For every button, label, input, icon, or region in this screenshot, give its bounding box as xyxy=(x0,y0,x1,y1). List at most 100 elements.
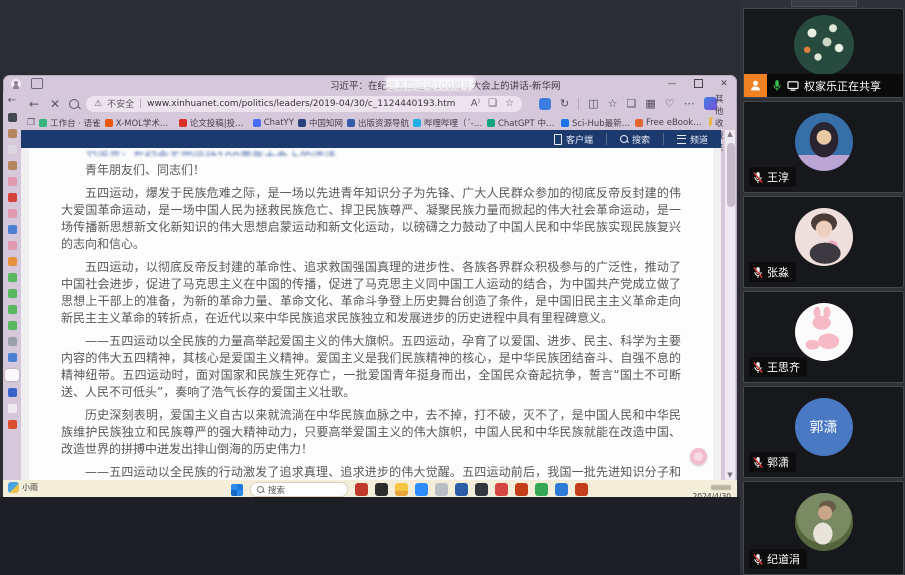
taskbar-app-icon[interactable] xyxy=(515,483,528,496)
address-bar[interactable]: ⚠ 不安全 | www.xinhuanet.com/politics/leade… xyxy=(86,96,522,112)
bookmark-item[interactable]: X-MOL学术平台 xyxy=(105,117,175,129)
bookmark-item[interactable]: ChatGPT 中文版免... xyxy=(487,117,557,129)
tab-favicon[interactable] xyxy=(8,353,17,362)
tab-favicon[interactable] xyxy=(8,388,17,397)
back-icon[interactable]: ← xyxy=(27,97,41,111)
tab-favicon[interactable] xyxy=(8,161,17,170)
taskbar-app-icon[interactable] xyxy=(495,483,508,496)
bookmark-favicon xyxy=(635,119,643,127)
scroll-up-icon[interactable]: ▲ xyxy=(727,131,732,138)
favorite-star-icon[interactable]: ☆ xyxy=(505,98,514,109)
tab-favicon[interactable] xyxy=(8,177,17,186)
person-icon xyxy=(749,79,762,92)
nav-search[interactable]: 搜索 xyxy=(606,133,663,145)
search-icon[interactable] xyxy=(69,99,79,109)
favorites-icon[interactable]: ☆ xyxy=(608,97,618,110)
browser-profile-icon[interactable] xyxy=(11,79,21,89)
reader-icon[interactable]: ❏ xyxy=(488,98,497,109)
tab-favicon[interactable] xyxy=(8,225,17,234)
read-aloud-icon[interactable]: A⁾ xyxy=(471,98,480,109)
settings-menu-icon[interactable]: ⋯ xyxy=(684,97,695,110)
collections-icon[interactable]: ❏ xyxy=(627,97,637,110)
taskbar-app-icon[interactable] xyxy=(435,483,448,496)
refresh-icon[interactable]: ↻ xyxy=(560,97,569,110)
participant-name: 纪道涓 xyxy=(767,551,800,567)
pinned-extension-icon[interactable] xyxy=(539,98,551,110)
tab-favicon[interactable] xyxy=(8,209,17,218)
tab-favicon[interactable] xyxy=(8,241,17,250)
participant-tile[interactable]: 张淼 xyxy=(743,196,904,288)
taskbar-app-icon[interactable] xyxy=(395,483,408,496)
mic-muted-icon xyxy=(753,266,763,279)
extensions-icon[interactable]: ▦ xyxy=(645,97,655,110)
close-button[interactable]: ✕ xyxy=(711,75,737,92)
tab-favicon[interactable] xyxy=(8,337,17,346)
bookmark-item[interactable]: 论文投稿|投稿邮箱... xyxy=(179,117,249,129)
taskbar-app-icon[interactable] xyxy=(575,483,588,496)
split-screen-icon[interactable]: ◫ xyxy=(588,97,598,110)
bookmark-item[interactable]: ChatYY xyxy=(253,118,294,128)
mic-on-icon xyxy=(772,79,782,92)
article-paragraph: 历史深刻表明，爱国主义自古以来就流淌在中华民族血脉之中，去不掉，打不破，灭不了，… xyxy=(61,407,681,458)
stop-icon[interactable]: ✕ xyxy=(48,97,62,111)
floating-widget-button[interactable] xyxy=(690,448,707,465)
bookmark-item[interactable]: Sci-Hub最新可用网... xyxy=(561,117,631,129)
bookmark-item[interactable]: 出版资源导航 xyxy=(347,117,409,129)
maximize-button[interactable] xyxy=(685,75,711,92)
tab-favicon[interactable] xyxy=(8,420,17,429)
minimize-button[interactable]: — xyxy=(659,75,685,92)
taskbar-search[interactable]: 搜索 xyxy=(250,482,348,497)
participant-tile[interactable]: 郭潇 郭潇 xyxy=(743,386,904,478)
bookmark-favicon xyxy=(413,119,421,127)
taskbar-app-icon[interactable] xyxy=(355,483,368,496)
participant-tile[interactable]: 王思齐 xyxy=(743,291,904,383)
tab-favicon[interactable] xyxy=(8,113,17,122)
url-text: www.xinhuanet.com/politics/leaders/2019-… xyxy=(147,99,455,109)
tab-favicon[interactable] xyxy=(8,257,17,266)
bookmarks-panel-icon[interactable]: ❐ xyxy=(27,118,35,128)
avatar: 郭潇 xyxy=(795,398,853,456)
active-tab[interactable] xyxy=(5,369,19,381)
article-paragraph: ——五四运动以全民族的行动激发了追求真理、追求进步的伟大觉醒。五四运动前后，我国… xyxy=(61,464,681,480)
tab-favicon[interactable] xyxy=(8,305,17,314)
participant-tile[interactable]: 权家乐正在共享 xyxy=(743,8,904,98)
taskbar-app-icon[interactable] xyxy=(455,483,468,496)
participant-name: 王思齐 xyxy=(767,359,800,375)
bookmark-item[interactable]: 哔哩哔哩（´-｀）つ... xyxy=(413,117,483,129)
taskbar-app-icon[interactable] xyxy=(415,483,428,496)
tab-favicon[interactable] xyxy=(8,145,17,154)
time-blurred xyxy=(711,485,731,490)
windows-taskbar: 小雨 搜索 2024/4/30 xyxy=(3,480,737,497)
tab-favicon[interactable] xyxy=(8,321,17,330)
taskbar-app-icon[interactable] xyxy=(535,483,548,496)
tab-favicon[interactable] xyxy=(8,273,17,282)
bookmark-item[interactable]: 工作台 · 语雀 xyxy=(39,117,101,129)
bookmark-item[interactable]: Free eBooks | Proje... xyxy=(635,118,705,128)
bookmark-item[interactable]: 中国知网 xyxy=(298,117,343,129)
avatar-initials: 郭潇 xyxy=(810,417,838,437)
tab-favicon[interactable] xyxy=(8,289,17,298)
tab-favicon[interactable] xyxy=(8,129,17,138)
tab-actions-icon[interactable] xyxy=(31,78,43,89)
collapse-tabs-icon[interactable]: ← xyxy=(8,96,16,106)
scrollbar-thumb[interactable] xyxy=(727,143,735,207)
taskbar-app-icon[interactable] xyxy=(475,483,488,496)
mic-muted-icon xyxy=(753,456,763,469)
bookmark-favicon xyxy=(179,119,187,127)
menu-icon xyxy=(677,135,686,144)
nav-channel[interactable]: 频道 xyxy=(663,133,721,145)
taskbar-app-icon[interactable] xyxy=(375,483,388,496)
taskbar-app-icon[interactable] xyxy=(555,483,568,496)
participant-tile[interactable]: 纪道涓 xyxy=(743,481,904,575)
tab-favicon[interactable] xyxy=(8,404,17,413)
bookmark-favicon xyxy=(561,119,569,127)
weather-widget[interactable]: 小雨 xyxy=(8,482,38,493)
nav-client[interactable]: 客户端 xyxy=(541,133,606,145)
start-button[interactable] xyxy=(231,484,243,496)
participant-tile[interactable]: 王淳 xyxy=(743,101,904,193)
essentials-icon[interactable]: ♡ xyxy=(665,97,675,110)
bookmarks-bar: ❐ 工作台 · 语雀 X-MOL学术平台 论文投稿|投稿邮箱... ChatYY… xyxy=(21,115,737,130)
name-label: 张淼 xyxy=(749,262,796,282)
tab-favicon[interactable] xyxy=(8,193,17,202)
scroll-down-icon[interactable]: ▼ xyxy=(727,472,732,479)
